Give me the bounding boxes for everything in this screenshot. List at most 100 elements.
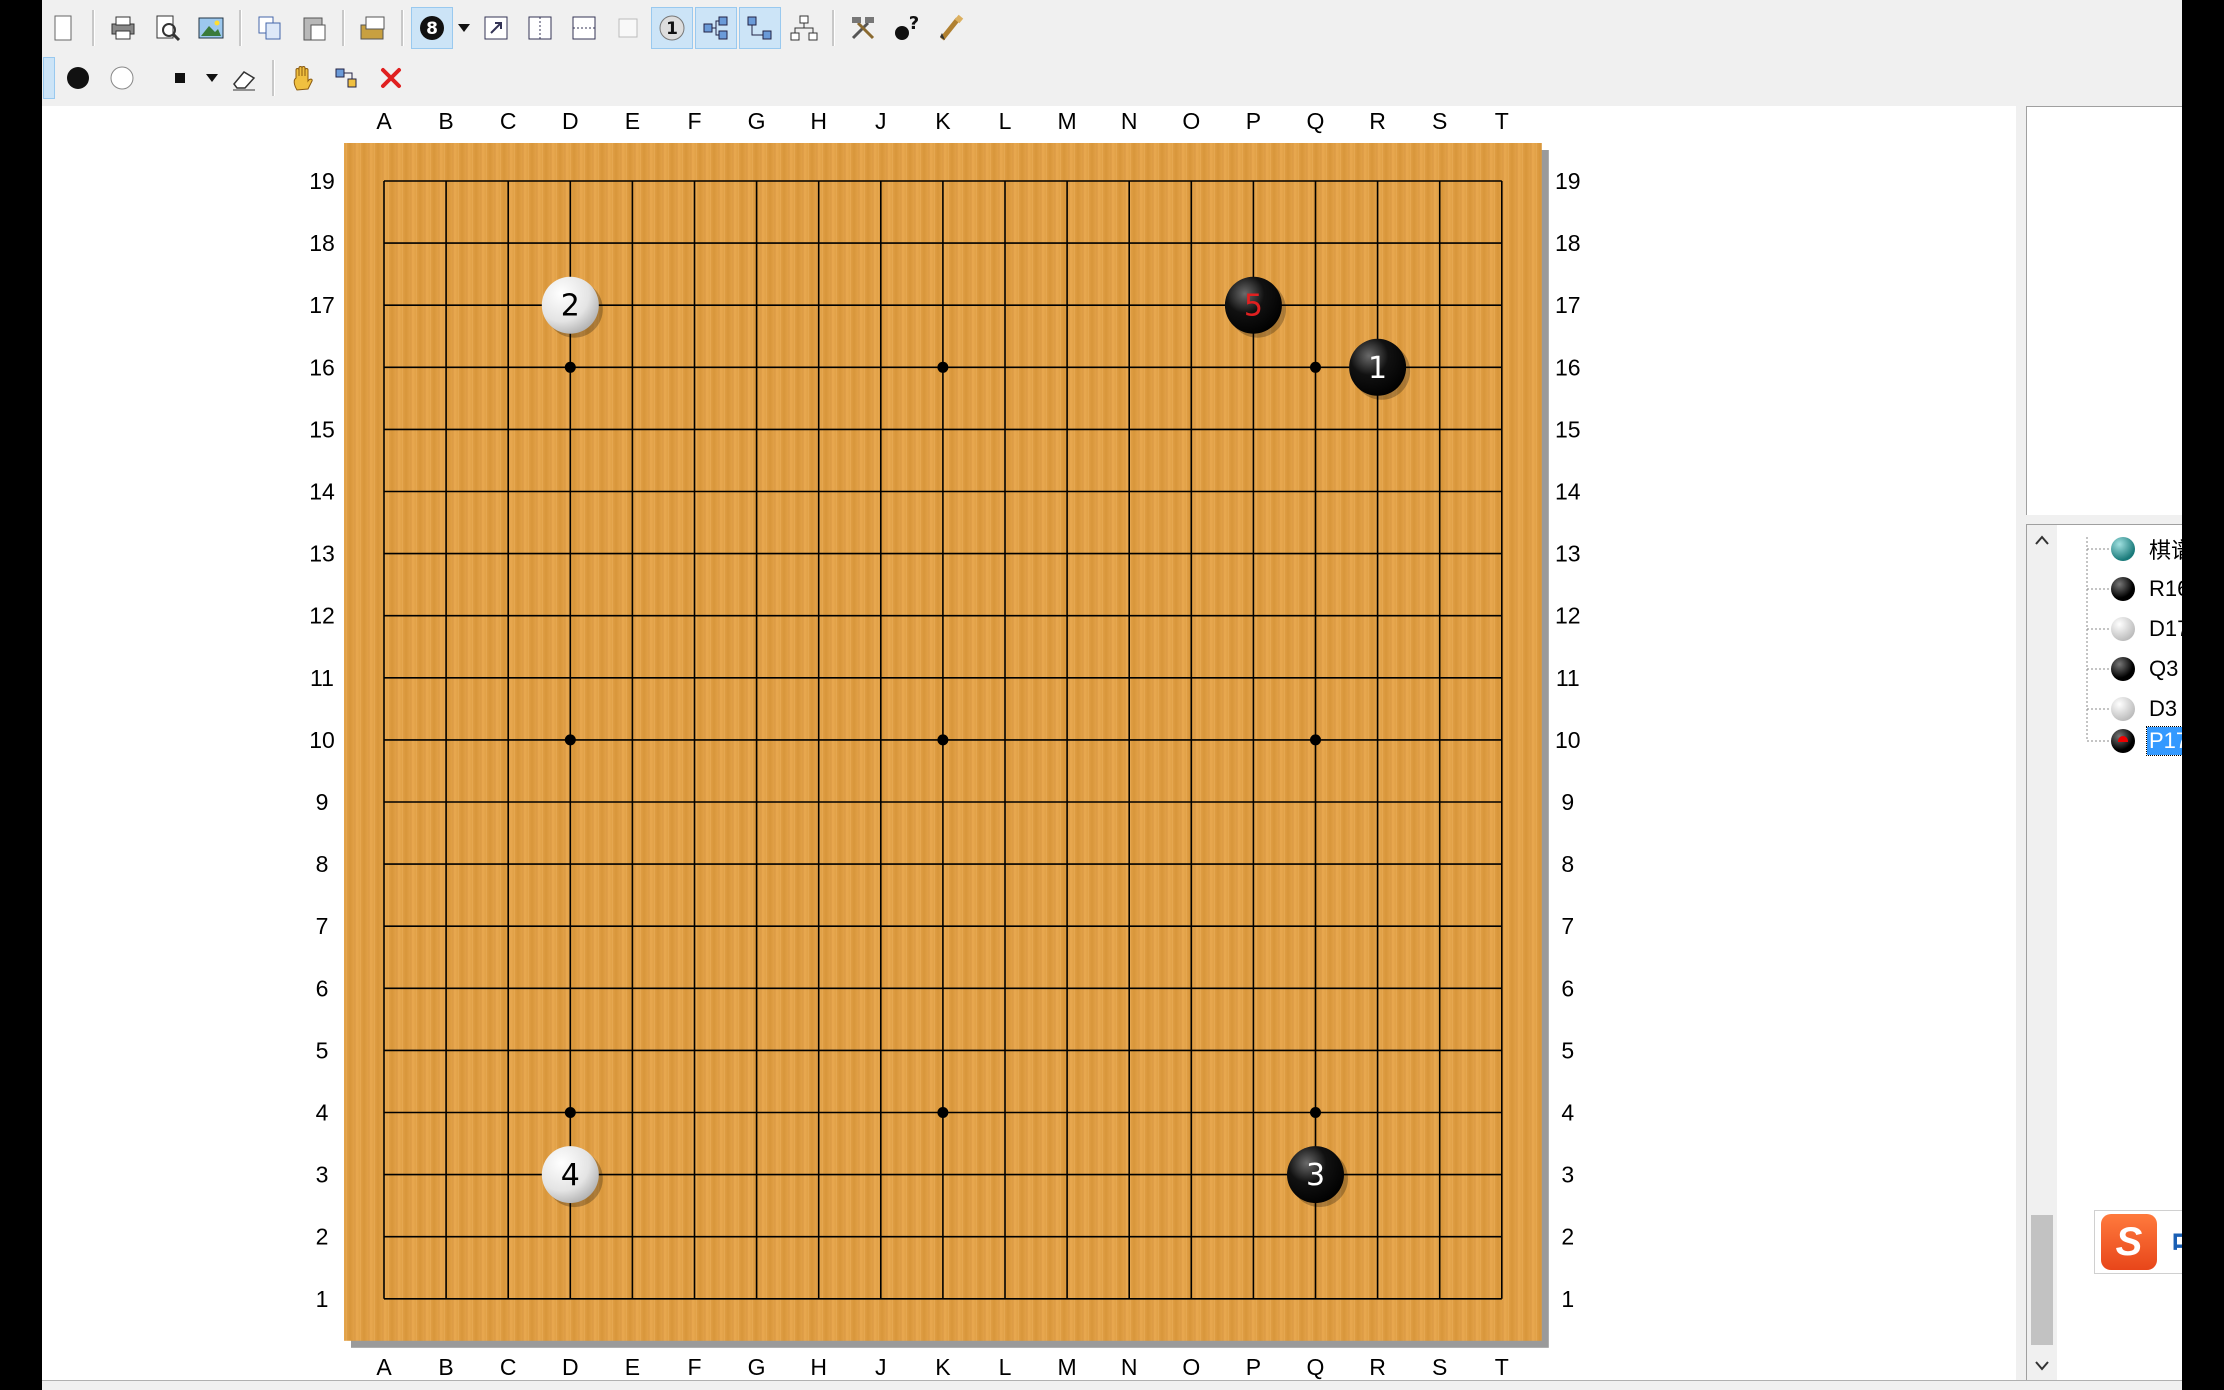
print-preview-icon[interactable] — [146, 7, 188, 49]
branch-icon[interactable] — [739, 7, 781, 49]
move-number: 1 — [1368, 351, 1387, 386]
vertical-split-icon[interactable] — [519, 7, 561, 49]
column-label-top: Q — [1307, 108, 1325, 134]
column-label-bottom: G — [748, 1354, 766, 1380]
tools-icon[interactable] — [842, 7, 884, 49]
svg-text:1: 1 — [666, 19, 678, 39]
column-label-bottom: F — [687, 1354, 701, 1380]
variation-tree-icon[interactable] — [695, 7, 737, 49]
column-label-top: B — [438, 108, 453, 134]
scroll-thumb[interactable] — [2031, 1215, 2053, 1345]
column-label-bottom: C — [500, 1354, 517, 1380]
row-label-right: 4 — [1561, 1100, 1574, 1126]
tree-node-R16[interactable]: R16 — [2111, 573, 2182, 605]
column-label-top: A — [376, 108, 392, 134]
comment-panel — [2026, 106, 2182, 515]
move-number-icon[interactable]: 8 — [411, 7, 453, 49]
copy-icon[interactable] — [249, 7, 291, 49]
column-label-top: N — [1121, 108, 1138, 134]
row-label-right: 15 — [1555, 416, 1581, 442]
row-label-right: 18 — [1555, 230, 1581, 256]
first-move-number-icon[interactable]: 1 — [651, 7, 693, 49]
star-point — [564, 361, 576, 373]
star-point — [937, 734, 949, 746]
row-label-left: 6 — [316, 975, 329, 1001]
svg-text:?: ? — [909, 13, 919, 34]
setup-icon[interactable] — [326, 57, 368, 99]
tree-node-P17[interactable]: P17 — [2111, 725, 2182, 757]
image-export-icon[interactable] — [190, 7, 232, 49]
tree-node-label: R16 — [2149, 576, 2182, 601]
tree-node-Q3[interactable]: Q3 — [2111, 653, 2180, 685]
row-label-right: 6 — [1561, 975, 1574, 1001]
alternate-icon[interactable] — [43, 57, 55, 99]
print-icon[interactable] — [102, 7, 144, 49]
help-icon[interactable]: ? — [886, 7, 928, 49]
edit-brush-icon[interactable] — [930, 7, 972, 49]
row-label-left: 10 — [309, 727, 335, 753]
star-point — [1310, 1107, 1321, 1118]
ime-indicator[interactable]: S 中 — [2094, 1210, 2182, 1274]
row-label-right: 12 — [1555, 603, 1581, 629]
tree-node-棋谱[interactable]: 棋谱 — [2111, 533, 2182, 565]
white-node-icon — [2111, 617, 2135, 641]
blank-icon[interactable] — [607, 7, 649, 49]
go-board[interactable]: AABBCCDDEEFFGGHHJJKKLLMMNNOOPPQQRRSSTT19… — [42, 106, 2016, 1380]
column-label-bottom: M — [1058, 1354, 1077, 1380]
root-node-icon — [2111, 537, 2135, 561]
row-label-right: 17 — [1555, 292, 1581, 318]
row-label-left: 2 — [316, 1224, 329, 1250]
row-label-right: 8 — [1561, 851, 1574, 877]
dropdown-icon[interactable] — [202, 57, 222, 99]
black-stone-icon[interactable] — [57, 57, 99, 99]
column-label-top: E — [625, 108, 640, 134]
column-label-bottom: K — [935, 1354, 951, 1380]
new-icon[interactable] — [43, 7, 85, 49]
current-node-icon — [2111, 729, 2135, 753]
paste-icon[interactable] — [293, 7, 335, 49]
scroll-down-icon[interactable] — [2027, 1351, 2057, 1381]
row-label-right: 1 — [1561, 1286, 1574, 1312]
svg-text:8: 8 — [426, 19, 438, 39]
star-point — [564, 734, 576, 746]
row-label-left: 19 — [309, 168, 335, 194]
column-label-top: O — [1182, 108, 1200, 134]
horizontal-split-icon[interactable] — [563, 7, 605, 49]
row-label-left: 16 — [309, 354, 335, 380]
row-label-left: 12 — [309, 603, 335, 629]
white-node-icon — [2111, 697, 2135, 721]
dropdown-icon[interactable] — [454, 7, 474, 49]
delete-icon[interactable] — [370, 57, 412, 99]
main-toolbar: 8 1 ? — [42, 0, 973, 56]
square-mark-icon[interactable] — [159, 57, 201, 99]
app-window: 8 1 ? A A B B C C D D E E F F G G H H J … — [42, 0, 2182, 1390]
toolbar-separator — [832, 10, 835, 46]
white-stone-icon[interactable] — [101, 57, 143, 99]
goto-icon[interactable] — [475, 7, 517, 49]
row-label-left: 13 — [309, 541, 335, 567]
star-point — [937, 1107, 949, 1118]
sogou-logo-icon: S — [2101, 1214, 2157, 1270]
hand-icon[interactable] — [282, 57, 324, 99]
black-node-icon — [2111, 577, 2135, 601]
tree-node-D17[interactable]: D17 — [2111, 613, 2182, 645]
game-info-icon[interactable] — [352, 7, 394, 49]
column-label-top: K — [935, 108, 951, 134]
row-label-right: 3 — [1561, 1162, 1574, 1188]
column-label-bottom: A — [376, 1354, 392, 1380]
eraser-icon[interactable] — [223, 57, 265, 99]
column-label-bottom: T — [1495, 1354, 1509, 1380]
toolbar-separator — [401, 10, 404, 46]
row-label-left: 17 — [309, 292, 335, 318]
tree-node-label: 棋谱 — [2149, 538, 2182, 563]
tree-node-D3[interactable]: D3 — [2111, 693, 2179, 725]
toolbar-gap — [150, 60, 152, 96]
column-label-bottom: N — [1121, 1354, 1138, 1380]
hierarchy-icon[interactable] — [783, 7, 825, 49]
row-label-right: 5 — [1561, 1037, 1574, 1063]
move-number: 5 — [1244, 289, 1263, 324]
status-bar — [42, 1380, 2182, 1390]
column-label-bottom: J — [875, 1354, 887, 1380]
board-panel: A A B B C C D D E E F F G G H H J J K K L L M M N N O O P P Q Q R R S S T T 19… — [42, 106, 2016, 1380]
row-label-right: 10 — [1555, 727, 1581, 753]
